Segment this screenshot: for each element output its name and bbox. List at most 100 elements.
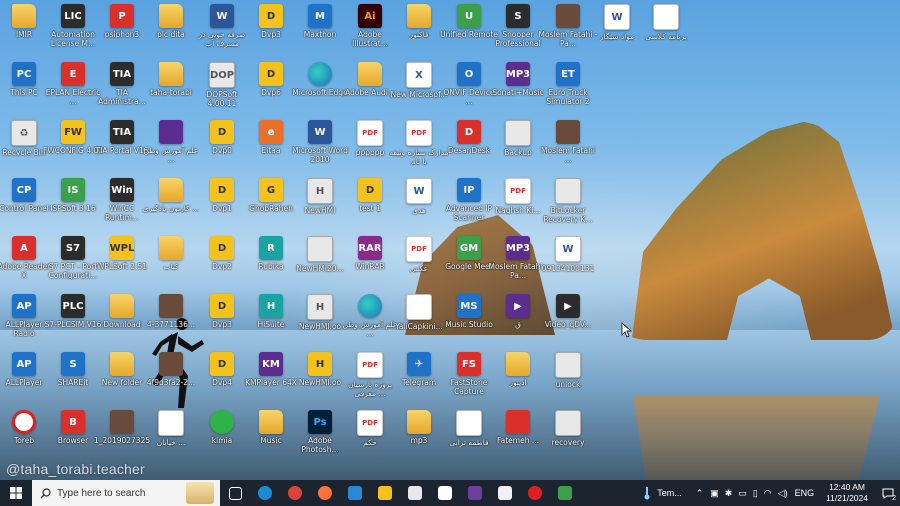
bluetooth-icon[interactable]: ✱ — [725, 488, 733, 499]
doc-icon — [158, 410, 184, 436]
thermometer-icon — [644, 487, 650, 500]
desktop-icon-label: unlock — [555, 380, 581, 389]
gray-icon — [555, 410, 581, 436]
desktop-icon[interactable]: unlock — [539, 352, 597, 389]
folder-icon — [159, 236, 183, 260]
blue-icon: AP — [12, 352, 36, 376]
purple-icon: ▶ — [506, 294, 530, 318]
doc-icon — [456, 410, 482, 436]
doc-icon: X — [406, 62, 432, 88]
desktop-icon[interactable]: recovery — [539, 410, 597, 447]
pdf-icon: PDF — [406, 120, 432, 146]
ps-icon: Ps — [308, 410, 332, 434]
network-icon[interactable]: ▭ — [738, 488, 747, 499]
taskbar-game-button[interactable] — [550, 480, 580, 506]
language-indicator[interactable]: ENG — [795, 488, 815, 498]
desktop-icon[interactable]: ET Euro Truck Simulator 2 — [539, 62, 597, 106]
clock-date: 11/21/2024 — [826, 493, 868, 503]
windows-logo-icon — [10, 487, 22, 499]
desktop-icon-label: برنامه کلاسی — [645, 32, 687, 41]
yellow-icon: D — [210, 236, 234, 260]
yellow-icon: D — [259, 62, 283, 86]
blue-icon: CP — [12, 178, 36, 202]
desktop-icon[interactable]: ▶ Video_qDV... — [539, 294, 597, 329]
desktop-icon[interactable]: BitLocker Recovery K... — [539, 178, 597, 224]
doc-icon: W — [555, 236, 581, 262]
red-icon: P — [110, 4, 134, 28]
doc-icon — [406, 294, 432, 320]
yellow-icon: D — [259, 4, 283, 28]
chevron-up-icon[interactable]: ⌃ — [696, 488, 704, 499]
blue-icon: O — [457, 62, 481, 86]
taskbar-search-box[interactable]: Type here to search — [32, 480, 220, 506]
desktop-icon[interactable]: W 09134100131 — [539, 236, 597, 273]
taskbar-record-button[interactable] — [520, 480, 550, 506]
taskbar-camera-button[interactable] — [490, 480, 520, 506]
task-view-icon — [228, 486, 242, 500]
photo-icon — [110, 410, 134, 434]
taskbar-firefox-button[interactable] — [310, 480, 340, 506]
pdf-icon: PDF — [357, 352, 383, 378]
yellow-icon: D — [210, 294, 234, 318]
folder-icon — [506, 352, 530, 376]
taskbar-mail-button[interactable] — [400, 480, 430, 506]
game-icon — [558, 486, 572, 500]
tray-app-icon[interactable]: ▣ — [710, 488, 719, 499]
folder-icon — [159, 62, 183, 86]
edge-icon — [308, 62, 332, 86]
red-icon — [506, 410, 530, 434]
blue-icon: MS — [457, 294, 481, 318]
store-icon — [438, 486, 452, 500]
yellow-icon: D — [210, 352, 234, 376]
green-icon: U — [457, 4, 481, 28]
pdf-icon: PDF — [505, 178, 531, 204]
doc-icon: W — [604, 4, 630, 30]
taskbar: Type here to search Tem... ⌃ ▣ ✱ ▭ ▯ ◠ ◁… — [0, 480, 900, 506]
blue-icon: M — [308, 4, 332, 28]
notification-center-button[interactable]: 2 — [876, 480, 900, 506]
wifi-icon[interactable]: ◠ — [764, 488, 772, 499]
taskbar-file-explorer-button[interactable] — [370, 480, 400, 506]
photo-icon — [159, 352, 183, 376]
battery-icon[interactable]: ▯ — [753, 488, 758, 499]
dark-icon: TIA — [110, 62, 134, 86]
system-tray: Tem... ⌃ ▣ ✱ ▭ ▯ ◠ ◁) ENG 12:40 AM 11/21… — [643, 480, 900, 506]
wallpaper-reflection — [633, 395, 880, 480]
dark-icon: ▶ — [556, 294, 580, 318]
folder-icon — [110, 294, 134, 318]
notification-count: 2 — [892, 495, 896, 502]
folder-icon — [159, 4, 183, 28]
desktop-icon[interactable]: برنامه کلاسی — [637, 4, 695, 41]
desktop-icon-label: 09134100131 — [541, 264, 595, 273]
yellow-icon: D — [210, 178, 234, 202]
start-button[interactable] — [0, 480, 32, 506]
clock[interactable]: 12:40 AM 11/21/2024 — [826, 482, 868, 504]
weather-label: Tem... — [657, 488, 682, 498]
purple-icon: MP3 — [506, 62, 530, 86]
taskbar-chrome-button[interactable] — [280, 480, 310, 506]
file-explorer-icon — [378, 486, 392, 500]
desktop-icon-label: BitLocker Recovery K... — [543, 206, 593, 224]
desktop-icon[interactable]: علم آموزش وطن ... — [142, 120, 200, 164]
purple-icon: MP3 — [506, 236, 530, 260]
folder-icon — [407, 410, 431, 434]
taskbar-app-button[interactable] — [340, 480, 370, 506]
volume-icon[interactable]: ◁) — [778, 488, 788, 499]
blue-icon: IP — [457, 178, 481, 202]
dark-icon: S7 — [61, 236, 85, 260]
desktop-icon[interactable]: Moslem Fatahi ... — [539, 120, 597, 164]
blue-icon: ✈ — [407, 352, 431, 376]
taskbar-store-button[interactable] — [430, 480, 460, 506]
photo-icon — [556, 4, 580, 28]
word-icon: W — [210, 4, 234, 28]
yellow-icon: H — [308, 352, 332, 376]
taskbar-pinned-apps — [220, 480, 580, 506]
taskbar-media-button[interactable] — [460, 480, 490, 506]
folder-icon — [159, 178, 183, 202]
weather-widget[interactable]: Tem... — [643, 486, 682, 500]
circle-red-icon — [12, 410, 36, 434]
desktop-icon-label: recovery — [551, 438, 585, 447]
taskbar-edge-button[interactable] — [250, 480, 280, 506]
edge-icon — [258, 486, 272, 500]
taskbar-task-view-button[interactable] — [220, 480, 250, 506]
